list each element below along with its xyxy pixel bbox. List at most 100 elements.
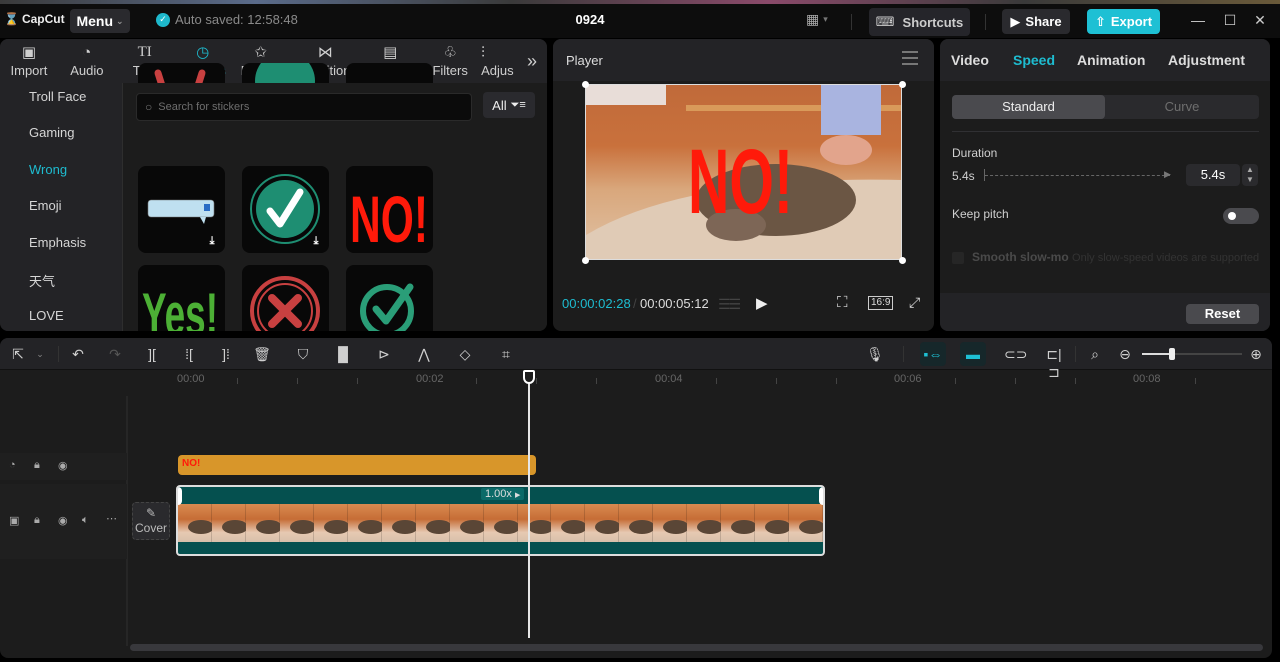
sticker-search-input[interactable]: ○ Search for stickers bbox=[136, 93, 472, 121]
export-button[interactable]: ⇧ Export bbox=[1087, 9, 1160, 34]
category-gaming[interactable]: Gaming bbox=[29, 125, 75, 140]
tab-adjust[interactable]: ⫶ Adjus bbox=[481, 39, 517, 83]
tab-adjustment[interactable]: Adjustment bbox=[1168, 52, 1245, 68]
fullscreen-button[interactable]: ⤢ bbox=[909, 294, 920, 311]
tab-speed[interactable]: Speed bbox=[1013, 52, 1055, 68]
category-emoji[interactable]: Emoji bbox=[29, 198, 62, 213]
layout-button[interactable]: ▦ ▾ bbox=[806, 11, 828, 28]
sticker-clip[interactable]: NO! bbox=[178, 455, 536, 475]
marker-button[interactable]: ⛉ bbox=[293, 345, 313, 363]
undo-icon: ↶ bbox=[72, 346, 84, 362]
resize-handle[interactable] bbox=[582, 81, 589, 88]
crop-button[interactable]: ⌗ bbox=[496, 345, 516, 363]
sticker-item[interactable]: ⤓ bbox=[138, 166, 225, 253]
time-separator: / bbox=[633, 296, 637, 311]
video-preview[interactable]: NO! bbox=[585, 84, 902, 260]
category-love[interactable]: LOVE bbox=[29, 308, 64, 323]
ruler-tick bbox=[1194, 378, 1196, 384]
split-button[interactable]: ][ bbox=[142, 345, 162, 363]
sticker-item[interactable] bbox=[242, 265, 329, 331]
lock-icon[interactable]: 🔒︎ bbox=[34, 459, 40, 472]
menu-button[interactable]: Menu ⌄ bbox=[70, 9, 130, 33]
linkage-button[interactable]: ⊂⊃ bbox=[1004, 345, 1027, 363]
split-right-button[interactable]: ]⁞ bbox=[216, 345, 236, 363]
tab-import[interactable]: ▣ Import bbox=[0, 39, 58, 83]
zoom-fit-button[interactable]: ⛶ bbox=[837, 294, 848, 311]
download-icon[interactable]: ⤓ bbox=[309, 234, 323, 248]
split-right-icon: ]⁞ bbox=[222, 346, 230, 362]
minimize-button[interactable]: — bbox=[1188, 12, 1208, 30]
undo-button[interactable]: ↶ bbox=[68, 345, 88, 363]
more-options-icon[interactable]: ⋯ bbox=[106, 512, 117, 525]
zoom-slider-knob[interactable] bbox=[1169, 348, 1175, 360]
sticker-item[interactable]: ⤓ bbox=[242, 166, 329, 253]
main-track-magnet-button[interactable]: ▪⇔ bbox=[920, 342, 946, 366]
speaker-icon[interactable]: 🔈︎ bbox=[82, 514, 89, 527]
category-emphasis[interactable]: Emphasis bbox=[29, 235, 86, 250]
duration-input[interactable]: 5.4s bbox=[1186, 164, 1240, 186]
video-clip[interactable]: 1.00x ▶ bbox=[176, 485, 825, 556]
timeline-scrollbar[interactable] bbox=[130, 644, 1263, 651]
lock-icon[interactable]: 🔒︎ bbox=[34, 514, 40, 527]
tab-audio[interactable]: ◔ Audio bbox=[58, 39, 116, 83]
keep-pitch-toggle[interactable] bbox=[1223, 208, 1259, 224]
adjust-icon: ⫶ bbox=[481, 44, 485, 61]
select-tool-button[interactable]: ⇱ bbox=[8, 345, 28, 363]
tab-animation[interactable]: Animation bbox=[1077, 52, 1145, 68]
preview-axis-button[interactable]: ⊏|⊐ bbox=[1044, 345, 1064, 380]
freeze-button[interactable]: ▐▌ bbox=[333, 345, 353, 363]
resize-handle[interactable] bbox=[899, 257, 906, 264]
playhead-handle[interactable] bbox=[523, 370, 535, 384]
reverse-button[interactable]: ⊳ bbox=[374, 345, 394, 363]
crop-icon: ⌗ bbox=[502, 346, 510, 362]
duration-stepper[interactable]: ▲ ▼ bbox=[1242, 164, 1258, 186]
eye-icon[interactable]: ◉ bbox=[58, 459, 68, 472]
tab-video[interactable]: Video bbox=[951, 52, 989, 68]
more-tabs-button[interactable]: » bbox=[517, 39, 547, 83]
auto-snap-button[interactable]: ▬ bbox=[960, 342, 986, 366]
ruler-tick bbox=[715, 378, 717, 384]
category-troll-face[interactable]: Troll Face bbox=[29, 89, 86, 104]
reset-button[interactable]: Reset bbox=[1186, 304, 1259, 324]
zoom-in-button[interactable]: ⊕ bbox=[1246, 345, 1266, 363]
aspect-ratio-button[interactable]: 16:9 bbox=[868, 296, 894, 310]
mirror-button[interactable]: ⋀ bbox=[414, 345, 434, 363]
download-icon[interactable]: ⤓ bbox=[205, 234, 219, 248]
close-button[interactable]: ✕ bbox=[1250, 12, 1270, 30]
resize-handle[interactable] bbox=[582, 257, 589, 264]
clip-trim-handle-right[interactable] bbox=[819, 487, 823, 505]
thumbnail bbox=[585, 504, 622, 542]
clip-trim-handle-left[interactable] bbox=[178, 487, 182, 505]
share-button[interactable]: ▶ Share bbox=[1002, 9, 1070, 34]
select-dropdown[interactable]: ⌄ bbox=[30, 345, 50, 363]
eye-icon[interactable]: ◉ bbox=[58, 514, 68, 527]
timeline-ruler[interactable]: 00:00 00:02 00:04 00:06 00:08 bbox=[127, 370, 1272, 396]
shortcuts-button[interactable]: ⌨ Shortcuts bbox=[869, 8, 970, 36]
hamburger-menu-icon[interactable] bbox=[902, 51, 918, 65]
zoom-out-button[interactable]: ⊖ bbox=[1115, 345, 1135, 363]
resize-handle[interactable] bbox=[899, 81, 906, 88]
mode-curve[interactable]: Curve bbox=[1105, 95, 1259, 119]
rotate-button[interactable]: ◇ bbox=[455, 345, 475, 363]
filter-button[interactable]: All ⏷≡ bbox=[483, 92, 535, 118]
zoom-to-fit-button[interactable]: ⌕ bbox=[1085, 345, 1105, 363]
split-left-button[interactable]: ⁞[ bbox=[179, 345, 199, 363]
smooth-slowmo-checkbox[interactable] bbox=[952, 252, 964, 264]
mode-standard[interactable]: Standard bbox=[952, 95, 1105, 119]
maximize-button[interactable]: ☐ bbox=[1220, 12, 1240, 30]
redo-button[interactable]: ↷ bbox=[105, 345, 125, 363]
sticker-item[interactable]: Yes! bbox=[138, 265, 225, 331]
delete-button[interactable]: 🗑 bbox=[252, 345, 272, 363]
sticker-item[interactable]: NO! bbox=[346, 166, 433, 253]
playhead-line[interactable] bbox=[528, 372, 530, 638]
record-audio-button[interactable]: 🎙 bbox=[865, 345, 885, 363]
sticker-track-icon: ◔ bbox=[9, 459, 16, 471]
cover-button[interactable]: ✎ Cover bbox=[132, 502, 170, 540]
category-weather[interactable]: 天气 bbox=[29, 271, 55, 290]
duration-slider[interactable] bbox=[985, 175, 1170, 176]
category-wrong[interactable]: Wrong bbox=[29, 162, 67, 177]
sticker-item[interactable] bbox=[346, 265, 433, 331]
zoom-slider[interactable] bbox=[1142, 348, 1242, 360]
play-button[interactable]: ▶ bbox=[756, 294, 768, 312]
player-title: Player bbox=[566, 53, 603, 68]
